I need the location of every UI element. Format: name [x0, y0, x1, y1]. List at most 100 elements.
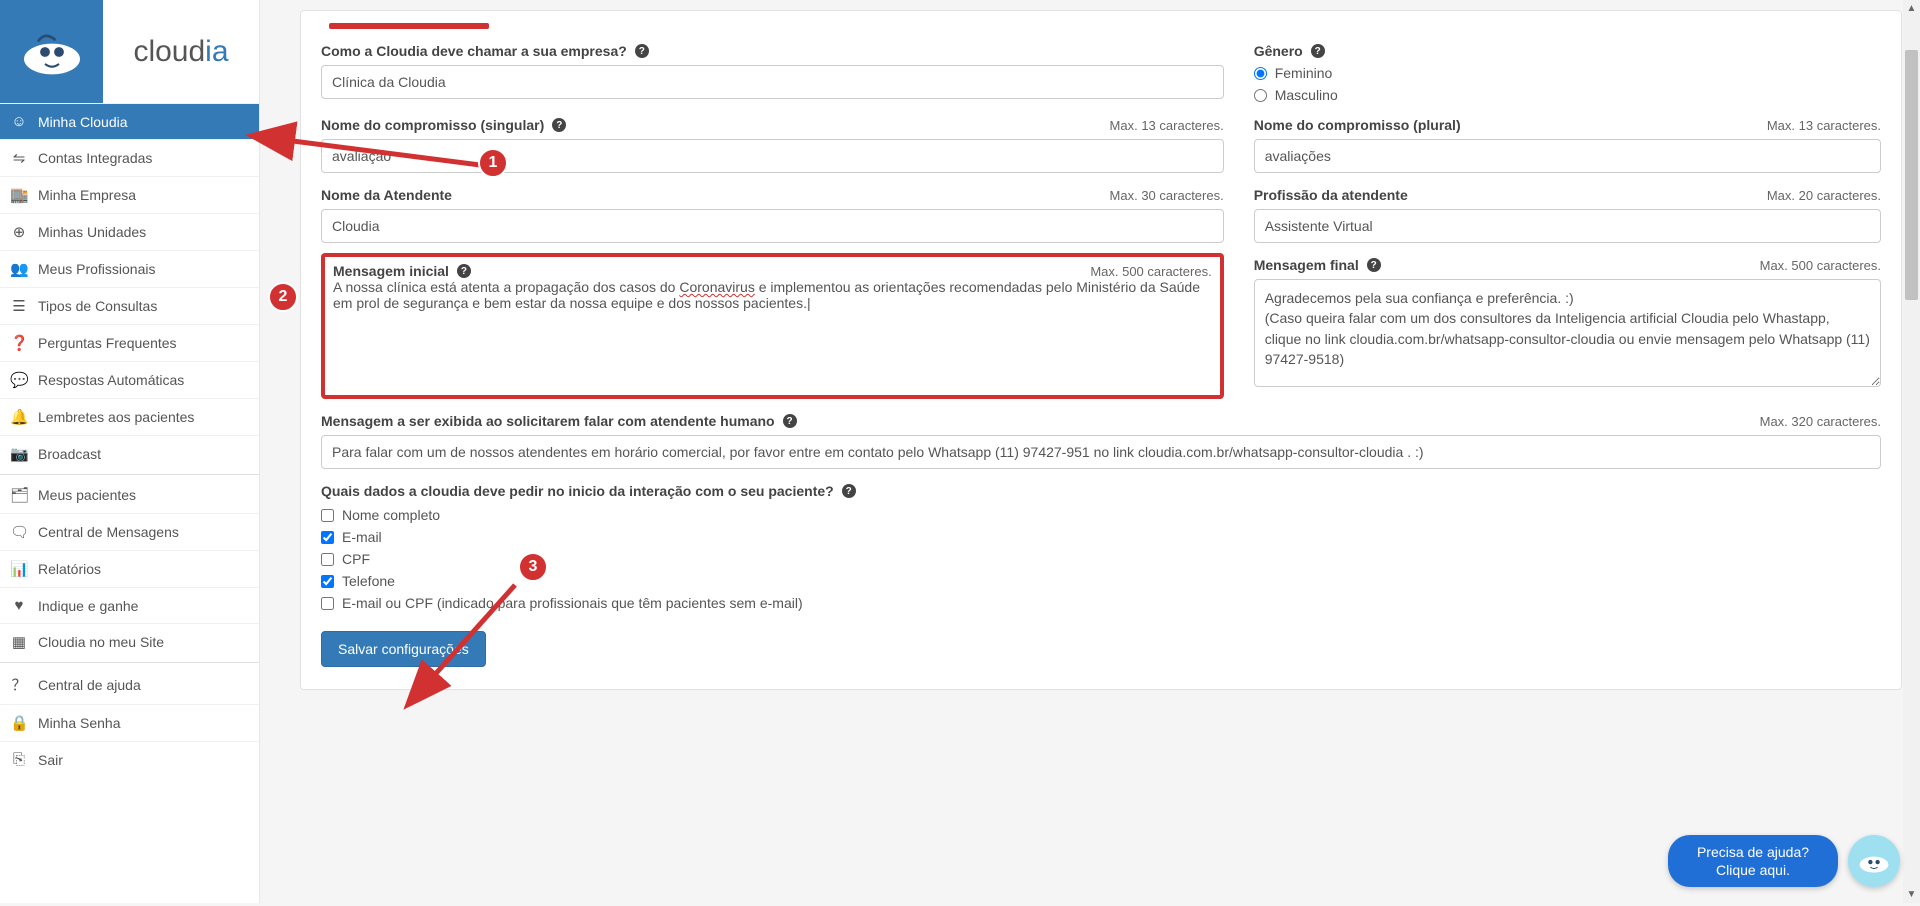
list-icon: ☰ [10, 297, 28, 315]
final-message-label: Mensagem final ? [1254, 257, 1381, 273]
option-nome-completo[interactable]: Nome completo [321, 507, 1881, 523]
sidebar-item-lembretes[interactable]: 🔔 Lembretes aos pacientes [0, 398, 259, 435]
help-icon[interactable]: ? [552, 118, 566, 132]
help-icon[interactable]: ? [1367, 258, 1381, 272]
commitment-plural-input[interactable] [1254, 139, 1881, 173]
help-widget-text[interactable]: Precisa de ajuda? Clique aqui. [1668, 835, 1838, 887]
company-name-input[interactable] [321, 65, 1224, 99]
option-telefone[interactable]: Telefone [321, 573, 1881, 589]
bars-icon: 📊 [10, 560, 28, 578]
sidebar-item-label: Indique e ganhe [38, 598, 138, 614]
scrollbar-down-icon[interactable]: ▼ [1903, 886, 1920, 903]
checkbox-nome-completo[interactable] [321, 509, 334, 522]
scrollbar[interactable]: ▲ ▼ [1903, 0, 1920, 903]
brand-area: cloudia [0, 0, 259, 103]
attendant-name-input[interactable] [321, 209, 1224, 243]
sidebar-item-minhas-unidades[interactable]: ⊕Minhas Unidades [0, 213, 259, 250]
sidebar-item-perguntas-frequentes[interactable]: ❓Perguntas Frequentes [0, 324, 259, 361]
max-hint: Max. 320 caracteres. [1760, 414, 1881, 429]
sidebar-item-central-ajuda[interactable]: ？Central de ajuda [0, 662, 259, 704]
attendant-name-label: Nome da Atendente [321, 187, 452, 203]
data-request-group: Quais dados a cloudia deve pedir no inic… [321, 483, 1881, 611]
sidebar-item-meus-profissionais[interactable]: 👥Meus Profissionais [0, 250, 259, 287]
sidebar-item-sair[interactable]: ⎘ Sair [0, 741, 259, 777]
sidebar-item-central-mensagens[interactable]: 🗨Central de Mensagens [0, 513, 259, 550]
sidebar-item-label: Meus pacientes [38, 487, 136, 503]
help-widget[interactable]: Precisa de ajuda? Clique aqui. [1668, 835, 1900, 887]
chat-icon: 🗨 [10, 523, 28, 541]
initial-message-label: Mensagem inicial ? [333, 263, 471, 279]
plus-circle-icon: ⊕ [10, 223, 28, 241]
camera-icon: 📷 [10, 445, 28, 463]
sidebar-item-indique-ganhe[interactable]: ♥Indique e ganhe [0, 587, 259, 623]
sidebar-item-label: Meus Profissionais [38, 261, 156, 277]
sidebar-item-label: Perguntas Frequentes [38, 335, 177, 351]
commitment-singular-input[interactable] [321, 139, 1224, 173]
bell-icon: 🔔 [10, 408, 28, 426]
checkbox-email[interactable] [321, 531, 334, 544]
commitment-plural-group: Nome do compromisso (plural) Max. 13 car… [1254, 117, 1881, 173]
checkbox-email-ou-cpf[interactable] [321, 597, 334, 610]
checkbox-telefone[interactable] [321, 575, 334, 588]
attendant-name-group: Nome da Atendente Max. 30 caracteres. [321, 187, 1224, 243]
help-icon[interactable]: ? [1311, 44, 1325, 58]
profession-label: Profissão da atendente [1254, 187, 1408, 203]
profession-input[interactable] [1254, 209, 1881, 243]
sidebar-item-meus-pacientes[interactable]: 🗂Meus pacientes [0, 474, 259, 513]
data-request-label: Quais dados a cloudia deve pedir no inic… [321, 483, 856, 499]
top-marker-bar [329, 23, 489, 29]
sidebar-item-broadcast[interactable]: 📷Broadcast [0, 435, 259, 472]
sidebar-item-contas-integradas[interactable]: ⇋Contas Integradas [0, 139, 259, 176]
sidebar-item-label: Cloudia no meu Site [38, 634, 164, 650]
company-name-label: Como a Cloudia deve chamar a sua empresa… [321, 43, 649, 59]
option-email[interactable]: E-mail [321, 529, 1881, 545]
max-hint: Max. 13 caracteres. [1767, 118, 1881, 133]
final-message-textarea[interactable]: Agradecemos pela sua confiança e preferê… [1254, 279, 1881, 387]
lock-icon: 🔒 [10, 714, 28, 732]
face-icon: ☺ [10, 113, 28, 130]
sidebar-item-label: Minha Cloudia [38, 114, 128, 130]
sidebar-item-relatorios[interactable]: 📊Relatórios [0, 550, 259, 587]
sidebar-item-label: Lembretes aos pacientes [38, 409, 194, 425]
gender-option-feminino[interactable]: Feminino [1254, 65, 1881, 81]
human-attendant-message-input[interactable] [321, 435, 1881, 469]
help-icon[interactable]: ? [457, 264, 471, 278]
human-attendant-message-group: Mensagem a ser exibida ao solicitarem fa… [321, 413, 1881, 469]
radio-feminino[interactable] [1254, 67, 1267, 80]
sidebar-item-minha-cloudia[interactable]: ☺ Minha Cloudia [0, 103, 259, 139]
sidebar-item-label: Respostas Automáticas [38, 372, 184, 388]
scrollbar-up-icon[interactable]: ▲ [1903, 0, 1920, 17]
max-hint: Max. 500 caracteres. [1090, 264, 1211, 279]
help-widget-avatar-icon[interactable] [1848, 835, 1900, 887]
help-icon[interactable]: ? [842, 484, 856, 498]
scrollbar-thumb[interactable] [1905, 50, 1918, 300]
human-attendant-message-label: Mensagem a ser exibida ao solicitarem fa… [321, 413, 797, 429]
initial-message-textarea[interactable]: A nossa clínica está atenta a propagação… [333, 279, 1212, 387]
sidebar-item-cloudia-site[interactable]: ▦Cloudia no meu Site [0, 623, 259, 660]
help-icon[interactable]: ? [783, 414, 797, 428]
option-cpf[interactable]: CPF [321, 551, 1881, 567]
exit-icon: ⎘ [10, 751, 28, 768]
save-button[interactable]: Salvar configurações [321, 631, 486, 667]
sidebar-item-respostas-automaticas[interactable]: 💬Respostas Automáticas [0, 361, 259, 398]
max-hint: Max. 30 caracteres. [1110, 188, 1224, 203]
brand-text-dark: cloud [133, 35, 205, 69]
brand-text-blue: ia [205, 35, 228, 69]
commitment-plural-label: Nome do compromisso (plural) [1254, 117, 1461, 133]
brand-logo-icon [0, 0, 103, 103]
gender-option-masculino[interactable]: Masculino [1254, 87, 1881, 103]
sidebar-item-minha-senha[interactable]: 🔒 Minha Senha [0, 704, 259, 741]
sidebar-item-label: Sair [38, 752, 63, 768]
help-icon[interactable]: ? [635, 44, 649, 58]
initial-message-highlight: Mensagem inicial ? Max. 500 caracteres. … [321, 253, 1224, 399]
sidebar-item-minha-empresa[interactable]: 🏬Minha Empresa [0, 176, 259, 213]
sidebar-item-tipos-consultas[interactable]: ☰Tipos de Consultas [0, 287, 259, 324]
checkbox-cpf[interactable] [321, 553, 334, 566]
max-hint: Max. 20 caracteres. [1767, 188, 1881, 203]
help-icon: ？ [10, 674, 28, 695]
sidebar-item-label: Minha Empresa [38, 187, 136, 203]
sidebar-item-label: Minha Senha [38, 715, 121, 731]
brand-text: cloudia [103, 0, 259, 103]
radio-masculino[interactable] [1254, 89, 1267, 102]
option-email-ou-cpf[interactable]: E-mail ou CPF (indicado para profissiona… [321, 595, 1881, 611]
